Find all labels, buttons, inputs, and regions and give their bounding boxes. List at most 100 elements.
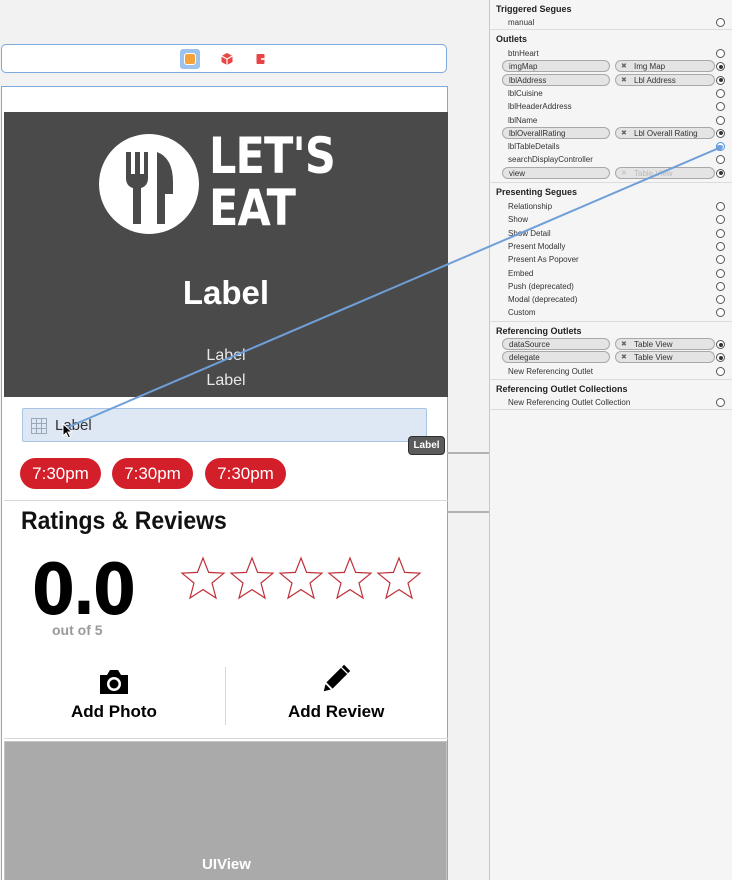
connection-circle-icon[interactable] [716, 295, 725, 305]
connection-row[interactable]: lblName [490, 114, 732, 127]
cuisine-label[interactable]: Label [4, 347, 448, 365]
connection-circle-icon[interactable] [716, 281, 725, 291]
outlet-name-pill[interactable]: dataSource [502, 338, 610, 350]
connections-inspector[interactable]: Triggered Segues manual Outlets btnHeart… [489, 0, 732, 880]
disconnect-icon[interactable]: ✖ [621, 352, 627, 363]
connection-circle-icon[interactable] [716, 75, 725, 85]
connection-row[interactable]: manual [490, 16, 732, 29]
connection-row[interactable]: Present Modally [490, 240, 732, 253]
connection-circle-icon[interactable] [716, 115, 725, 125]
connection-circle-icon[interactable] [716, 155, 725, 165]
connection-row[interactable]: Embed [490, 267, 732, 280]
section-title: Outlets [496, 34, 528, 44]
connection-row[interactable]: imgMap ✖ Img Map [490, 60, 732, 73]
connection-row[interactable]: lblTableDetails [490, 140, 732, 153]
star-icon[interactable] [376, 555, 422, 601]
connection-circle-icon[interactable] [716, 102, 725, 112]
disconnect-icon[interactable]: ✖ [621, 61, 627, 72]
outlet-target-pill[interactable]: ✖ Table View [615, 351, 715, 364]
outlet-target-pill[interactable]: ✖ Table View [615, 166, 715, 179]
table-details-cell[interactable]: Label [22, 408, 427, 442]
connection-circle-icon[interactable] [716, 255, 725, 265]
connection-circle-icon[interactable] [716, 340, 725, 349]
add-photo-button[interactable]: Add Photo [71, 702, 157, 722]
star-icon[interactable] [278, 555, 324, 601]
connection-circle-icon[interactable] [716, 398, 725, 407]
connection-circle-icon[interactable] [716, 62, 725, 72]
outlet-name-pill[interactable]: delegate [502, 351, 610, 364]
camera-icon[interactable] [97, 667, 131, 697]
connection-circle-icon[interactable] [716, 168, 725, 178]
connection-row[interactable]: Relationship [490, 200, 732, 213]
disconnect-icon[interactable]: ✖ [621, 75, 627, 86]
header-address-label[interactable]: Label [4, 372, 448, 390]
disconnect-icon[interactable]: ✖ [621, 168, 627, 179]
connection-row[interactable]: lblOverallRating ✖ Lbl Overall Rating [490, 126, 732, 140]
first-responder-icon[interactable] [217, 49, 237, 69]
connection-circle-icon[interactable] [716, 49, 725, 58]
connection-circle-icon[interactable] [716, 88, 725, 98]
connection-circle-icon[interactable] [716, 228, 725, 238]
connection-row[interactable]: dataSource ✖ Table View [490, 338, 732, 351]
time-slot-button[interactable]: 7:30pm [205, 458, 286, 489]
outlet-name-pill[interactable]: lblAddress [502, 73, 610, 86]
outlet-target-pill[interactable]: ✖ Lbl Overall Rating [615, 126, 715, 139]
star-icon[interactable] [229, 555, 275, 601]
outlet-target-pill[interactable]: ✖ Table View [615, 338, 715, 350]
connection-row[interactable]: New Referencing Outlet [490, 365, 732, 378]
pencil-icon[interactable] [320, 663, 354, 693]
disconnect-icon[interactable]: ✖ [621, 128, 627, 139]
connection-row[interactable]: Modal (deprecated) [490, 293, 732, 306]
connection-circle-icon[interactable] [716, 353, 725, 363]
outlet-target: Lbl Overall Rating [634, 128, 698, 138]
connection-row[interactable]: Custom [490, 306, 732, 319]
connection-name: Show Detail [508, 228, 551, 238]
outlet-name-pill[interactable]: imgMap [502, 60, 610, 73]
connection-row[interactable]: Push (deprecated) [490, 280, 732, 293]
connection-circle-icon[interactable] [716, 18, 725, 27]
connection-row[interactable]: view ✖ Table View [490, 166, 732, 180]
outlet-name-pill[interactable]: lblOverallRating [502, 126, 610, 139]
star-icon[interactable] [180, 555, 226, 601]
connection-circle-icon[interactable] [716, 241, 725, 251]
connection-row[interactable]: btnHeart [490, 47, 732, 60]
connection-circle-icon[interactable] [716, 268, 725, 278]
name-label[interactable]: Label [4, 274, 448, 312]
disconnect-icon[interactable]: ✖ [621, 339, 627, 350]
connection-row[interactable]: delegate ✖ Table View [490, 351, 732, 364]
view-controller-icon[interactable] [180, 49, 200, 69]
connection-row[interactable]: New Referencing Outlet Collection [490, 396, 732, 409]
outlet-target-pill[interactable]: ✖ Img Map [615, 60, 715, 73]
connection-circle-icon[interactable] [716, 142, 725, 152]
time-slot-button[interactable]: 7:30pm [20, 458, 101, 489]
connection-name: Relationship [508, 202, 553, 211]
connection-circle-icon[interactable] [716, 215, 725, 225]
outlet-name-pill[interactable]: view [502, 166, 610, 179]
exit-icon[interactable] [252, 49, 272, 69]
lets-eat-logo: LET'S EAT [209, 130, 336, 234]
star-icon[interactable] [327, 555, 373, 601]
map-container-view[interactable]: UIView [4, 741, 447, 880]
overall-rating-label[interactable]: 0.0 [32, 549, 136, 631]
outlet-target-pill[interactable]: ✖ Lbl Address [615, 73, 715, 86]
connection-row[interactable]: Show [490, 213, 732, 226]
connection-circle-icon[interactable] [716, 128, 725, 138]
connection-row[interactable]: lblAddress ✖ Lbl Address [490, 73, 732, 87]
connection-circle-icon[interactable] [716, 308, 725, 318]
time-slot-button[interactable]: 7:30pm [112, 458, 193, 489]
connection-circle-icon[interactable] [716, 202, 725, 211]
ratings-reviews-title: Ratings & Reviews [21, 507, 227, 535]
star-rating[interactable] [180, 555, 428, 600]
connection-row[interactable]: Show Detail [490, 227, 732, 240]
connection-row[interactable]: searchDisplayController [490, 153, 732, 166]
connection-row[interactable]: lblCuisine [490, 87, 732, 100]
restaurant-detail-scene[interactable]: LET'S EAT Label Label Label Label Label … [1, 86, 448, 880]
add-review-button[interactable]: Add Review [288, 702, 384, 722]
connection-row[interactable]: Present As Popover [490, 253, 732, 266]
header-view[interactable]: LET'S EAT Label Label Label [4, 112, 448, 397]
connection-row[interactable]: lblHeaderAddress [490, 100, 732, 113]
connection-name: searchDisplayController [508, 155, 593, 165]
mouse-cursor-icon [62, 423, 74, 439]
connection-circle-icon[interactable] [716, 366, 725, 376]
storyboard-canvas[interactable]: LET'S EAT Label Label Label Label Label … [0, 0, 489, 880]
